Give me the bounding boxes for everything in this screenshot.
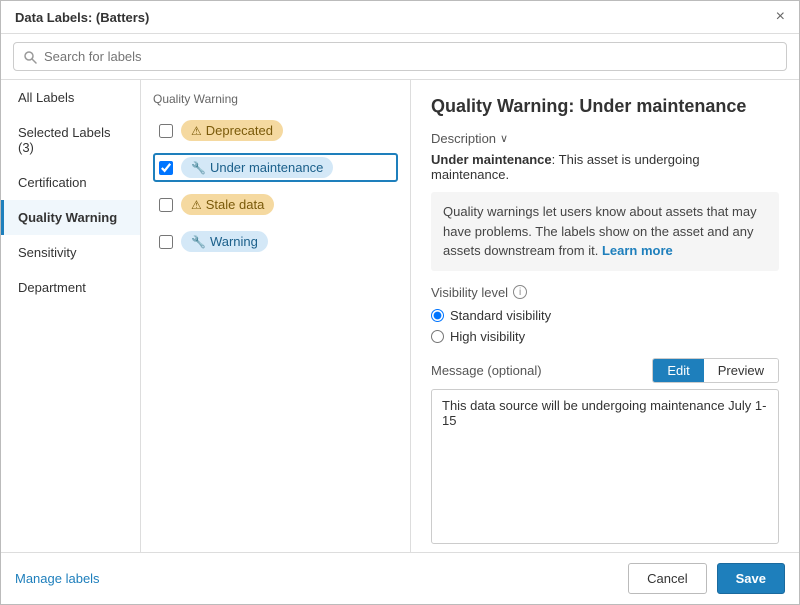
cancel-button[interactable]: Cancel [628, 563, 706, 594]
labels-panel-title: Quality Warning [153, 92, 398, 106]
chevron-down-icon: ∨ [500, 132, 508, 145]
description-header[interactable]: Description ∨ [431, 131, 779, 146]
label-item-under-maintenance[interactable]: 🔧 Under maintenance [153, 153, 398, 182]
description-bold: Under maintenance [431, 152, 552, 167]
label-item-deprecated[interactable]: ⚠ Deprecated [153, 116, 398, 145]
message-label: Message (optional) [431, 363, 542, 378]
detail-title: Quality Warning: Under maintenance [431, 96, 779, 117]
warning-checkbox[interactable] [159, 235, 173, 249]
title-bar: Data Labels: (Batters) × [1, 1, 799, 34]
search-bar [1, 34, 799, 80]
stale-data-badge: ⚠ Stale data [181, 194, 274, 215]
label-item-stale-data[interactable]: ⚠ Stale data [153, 190, 398, 219]
visibility-section: Visibility level i Standard visibility H… [431, 285, 779, 344]
dialog: Data Labels: (Batters) × All Labels Sele… [0, 0, 800, 605]
info-box-text: Quality warnings let users know about as… [443, 204, 757, 258]
deprecated-icon: ⚠ [191, 124, 202, 138]
sidebar-item-all-labels[interactable]: All Labels [1, 80, 140, 115]
message-textarea[interactable]: This data source will be undergoing main… [431, 389, 779, 544]
main-content: All Labels Selected Labels (3) Certifica… [1, 80, 799, 552]
radio-high[interactable]: High visibility [431, 329, 779, 344]
message-section: Message (optional) Edit Preview This dat… [431, 358, 779, 553]
warning-badge: 🔧 Warning [181, 231, 268, 252]
sidebar-item-selected-labels[interactable]: Selected Labels (3) [1, 115, 140, 165]
detail-panel: Quality Warning: Under maintenance Descr… [411, 80, 799, 552]
tab-edit[interactable]: Edit [653, 359, 703, 382]
dialog-title: Data Labels: (Batters) [15, 10, 149, 25]
visibility-info-icon[interactable]: i [513, 285, 527, 299]
footer-buttons: Cancel Save [628, 563, 785, 594]
deprecated-badge: ⚠ Deprecated [181, 120, 283, 141]
labels-panel: Quality Warning ⚠ Deprecated 🔧 Under mai… [141, 80, 411, 552]
sidebar-item-certification[interactable]: Certification [1, 165, 140, 200]
maintenance-icon: 🔧 [191, 161, 206, 175]
save-button[interactable]: Save [717, 563, 785, 594]
description-text: Under maintenance: This asset is undergo… [431, 152, 779, 182]
deprecated-checkbox[interactable] [159, 124, 173, 138]
sidebar-item-quality-warning[interactable]: Quality Warning [1, 200, 140, 235]
radio-high-input[interactable] [431, 330, 444, 343]
info-box: Quality warnings let users know about as… [431, 192, 779, 271]
learn-more-link[interactable]: Learn more [602, 243, 673, 258]
tab-group: Edit Preview [652, 358, 779, 383]
tab-preview[interactable]: Preview [704, 359, 778, 382]
footer: Manage labels Cancel Save [1, 552, 799, 604]
close-button[interactable]: × [776, 9, 785, 25]
sidebar-item-department[interactable]: Department [1, 270, 140, 305]
stale-icon: ⚠ [191, 198, 202, 212]
radio-standard-input[interactable] [431, 309, 444, 322]
under-maintenance-badge: 🔧 Under maintenance [181, 157, 333, 178]
sidebar-item-sensitivity[interactable]: Sensitivity [1, 235, 140, 270]
radio-group: Standard visibility High visibility [431, 308, 779, 344]
search-input[interactable] [13, 42, 787, 71]
stale-data-checkbox[interactable] [159, 198, 173, 212]
message-header: Message (optional) Edit Preview [431, 358, 779, 383]
visibility-label: Visibility level i [431, 285, 779, 300]
warning-icon: 🔧 [191, 235, 206, 249]
sidebar: All Labels Selected Labels (3) Certifica… [1, 80, 141, 552]
description-label: Description [431, 131, 496, 146]
manage-labels-link[interactable]: Manage labels [15, 571, 100, 586]
radio-standard[interactable]: Standard visibility [431, 308, 779, 323]
label-item-warning[interactable]: 🔧 Warning [153, 227, 398, 256]
under-maintenance-checkbox[interactable] [159, 161, 173, 175]
